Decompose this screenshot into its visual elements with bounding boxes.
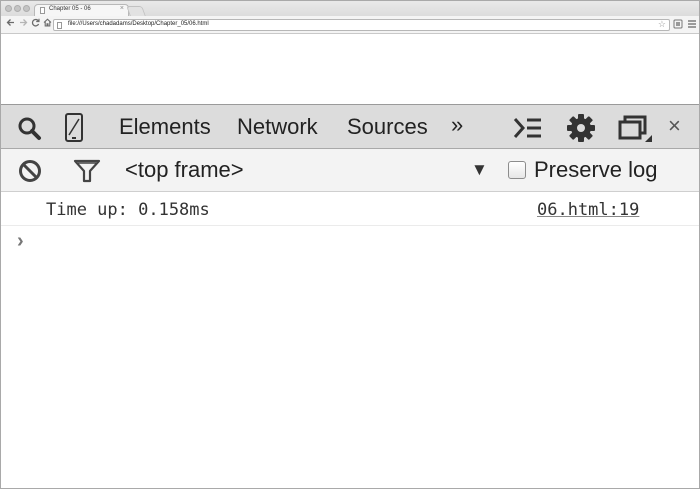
home-icon bbox=[43, 18, 52, 27]
device-mode-icon[interactable] bbox=[64, 113, 84, 143]
close-devtools-button[interactable]: × bbox=[668, 113, 681, 139]
devtools-toolbar: Elements Network Sources » × bbox=[1, 104, 699, 149]
browser-tab[interactable]: Chapter 05 - 06 × bbox=[34, 4, 129, 16]
tab-sources[interactable]: Sources bbox=[347, 114, 428, 140]
console-message-row: Time up: 0.158ms 06.html:19 bbox=[1, 194, 699, 226]
search-icon[interactable] bbox=[17, 116, 43, 142]
menu-icon[interactable] bbox=[687, 19, 697, 29]
forward-arrow-icon bbox=[20, 19, 28, 26]
console-input[interactable] bbox=[41, 230, 681, 252]
settings-gear-icon[interactable] bbox=[566, 113, 596, 143]
tab-strip: Chapter 05 - 06 × bbox=[1, 1, 699, 16]
console-source-link[interactable]: 06.html:19 bbox=[537, 200, 639, 220]
forward-button[interactable] bbox=[19, 18, 28, 30]
address-bar[interactable]: file:///Users/chadadams/Desktop/Chapter_… bbox=[53, 19, 670, 31]
url-text: file:///Users/chadadams/Desktop/Chapter_… bbox=[68, 21, 209, 27]
tab-close-button[interactable]: × bbox=[120, 5, 124, 12]
tab-title: Chapter 05 - 06 bbox=[49, 6, 91, 12]
page-icon bbox=[40, 7, 45, 14]
back-button[interactable] bbox=[6, 18, 15, 30]
browser-window: Chapter 05 - 06 × file:///Users/chadadam… bbox=[0, 0, 700, 489]
filter-funnel-icon[interactable] bbox=[73, 159, 101, 183]
clear-console-icon[interactable] bbox=[18, 159, 42, 183]
chevron-down-icon[interactable]: ▼ bbox=[471, 160, 488, 180]
tab-network[interactable]: Network bbox=[237, 114, 318, 140]
close-window-button[interactable] bbox=[5, 5, 12, 12]
more-tabs-button[interactable]: » bbox=[451, 112, 463, 138]
page-icon bbox=[57, 22, 62, 29]
reload-icon bbox=[31, 18, 40, 27]
new-tab-button[interactable] bbox=[126, 6, 146, 16]
bookmark-star-icon[interactable]: ☆ bbox=[658, 19, 666, 30]
drawer-toggle-icon[interactable] bbox=[513, 116, 543, 140]
browser-toolbar: file:///Users/chadadams/Desktop/Chapter_… bbox=[1, 16, 699, 34]
page-viewport[interactable] bbox=[1, 34, 699, 104]
reload-button[interactable] bbox=[31, 18, 40, 30]
home-button[interactable] bbox=[43, 18, 52, 30]
zoom-window-button[interactable] bbox=[23, 5, 30, 12]
back-arrow-icon bbox=[6, 19, 14, 26]
preserve-log-label[interactable]: Preserve log bbox=[534, 157, 658, 183]
dock-side-icon[interactable] bbox=[618, 115, 654, 143]
preserve-log-checkbox[interactable] bbox=[508, 161, 526, 179]
frame-selector[interactable]: <top frame> bbox=[125, 157, 244, 183]
extension-icon[interactable] bbox=[673, 19, 683, 29]
minimize-window-button[interactable] bbox=[14, 5, 21, 12]
tab-elements[interactable]: Elements bbox=[119, 114, 211, 140]
console-prompt-icon: › bbox=[17, 230, 24, 252]
console-message-text: Time up: 0.158ms bbox=[46, 200, 210, 220]
